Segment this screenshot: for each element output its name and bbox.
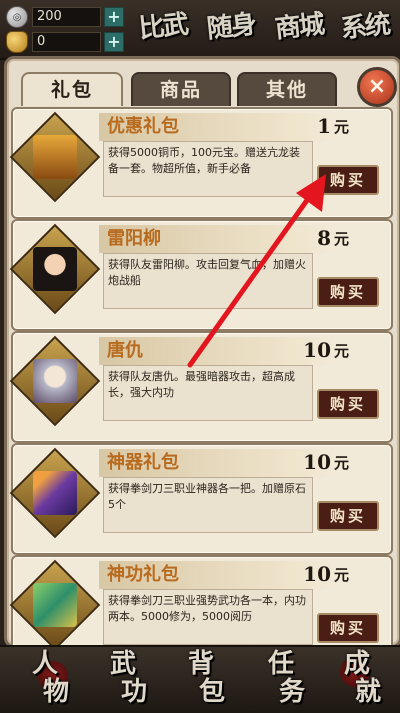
item-description: 获得拳剑刀三职业强势武功各一本，内功两本。5000修为，5000阅历 <box>103 589 313 645</box>
item-name: 雷阳柳 <box>107 228 161 249</box>
nav-achievement-button[interactable]: 成就 <box>322 649 392 711</box>
item-price: 10 <box>303 450 331 474</box>
nav-quest-button[interactable]: 任务 <box>246 649 316 711</box>
item-icon-frame <box>9 111 101 203</box>
shop-panel: 礼包 商品 其他 × 优惠礼包 1 元 获得5000铜币，100元宝。赠送亢龙装… <box>4 56 400 648</box>
nav-pvp-button[interactable]: 比武 <box>130 1 197 55</box>
nav-shop-button[interactable]: 商城 <box>266 1 333 55</box>
nav-bag-button[interactable]: 背包 <box>166 649 236 711</box>
item-price: 8 <box>317 226 331 250</box>
item-description: 获得5000铜币，100元宝。赠送亢龙装备一套。物超所值，新手必备 <box>103 141 313 197</box>
list-item: 神器礼包 10 元 获得拳剑刀三职业神器各一把。加赠原石5个 购买 <box>9 443 393 555</box>
nav-character-button[interactable]: 人物 <box>10 649 80 711</box>
silver-amount: 200 <box>32 7 101 27</box>
price-unit: 元 <box>333 342 349 360</box>
list-item: 唐仇 10 元 获得队友唐仇。最强暗器攻击，超高成长，强大内功 购买 <box>9 331 393 443</box>
buy-button[interactable]: 购买 <box>317 613 379 643</box>
close-button[interactable]: × <box>357 67 397 107</box>
nav-martial-arts-button[interactable]: 武功 <box>88 649 158 711</box>
item-description: 获得拳剑刀三职业神器各一把。加赠原石5个 <box>103 477 313 533</box>
item-price: 10 <box>303 562 331 586</box>
buy-button[interactable]: 购买 <box>317 389 379 419</box>
price-unit: 元 <box>333 454 349 472</box>
item-name: 唐仇 <box>107 340 143 361</box>
buy-button[interactable]: 购买 <box>317 165 379 195</box>
item-icon-frame <box>9 335 101 427</box>
gold-currency-row: 0 + <box>6 31 124 53</box>
price-unit: 元 <box>333 566 349 584</box>
gold-amount: 0 <box>32 32 101 52</box>
item-price: 1 <box>317 114 331 138</box>
item-name: 神功礼包 <box>107 564 179 585</box>
nav-system-button[interactable]: 系统 <box>332 1 399 55</box>
treasure-chest-icon <box>33 135 77 179</box>
item-name: 优惠礼包 <box>107 116 179 137</box>
item-icon-frame <box>9 447 101 539</box>
tab-other[interactable]: 其他 <box>237 72 337 106</box>
bottom-nav: 人物 武功 背包 任务 成就 <box>0 645 400 713</box>
gold-ingot-icon <box>6 31 28 53</box>
item-description: 获得队友雷阳柳。攻击回复气血，加赠火炮战船 <box>103 253 313 309</box>
tab-gift-packs[interactable]: 礼包 <box>21 72 123 106</box>
list-item: 神功礼包 10 元 获得拳剑刀三职业强势武功各一本，内功两本。5000修为，50… <box>9 555 393 645</box>
hero-portrait-icon <box>33 359 77 403</box>
tab-goods[interactable]: 商品 <box>131 72 231 106</box>
item-icon-frame <box>9 223 101 315</box>
hero-portrait-icon <box>33 247 77 291</box>
item-list[interactable]: 优惠礼包 1 元 获得5000铜币，100元宝。赠送亢龙装备一套。物超所值，新手… <box>7 105 399 645</box>
item-icon-frame <box>9 559 101 645</box>
list-item: 优惠礼包 1 元 获得5000铜币，100元宝。赠送亢龙装备一套。物超所值，新手… <box>9 107 393 219</box>
silver-currency-row: ◎ 200 + <box>6 6 124 28</box>
item-description: 获得队友唐仇。最强暗器攻击，超高成长，强大内功 <box>103 365 313 421</box>
silver-coin-icon: ◎ <box>6 6 28 28</box>
artifact-weapon-icon <box>33 471 77 515</box>
buy-button[interactable]: 购买 <box>317 501 379 531</box>
top-bar: ◎ 200 + 0 + 比武 随身 商城 系统 <box>0 0 400 60</box>
item-name: 神器礼包 <box>107 452 179 473</box>
list-item: 雷阳柳 8 元 获得队友雷阳柳。攻击回复气血，加赠火炮战船 购买 <box>9 219 393 331</box>
nav-inventory-button[interactable]: 随身 <box>198 1 265 55</box>
add-silver-button[interactable]: + <box>104 7 124 27</box>
price-unit: 元 <box>333 230 349 248</box>
buy-button[interactable]: 购买 <box>317 277 379 307</box>
price-unit: 元 <box>333 118 349 136</box>
item-price: 10 <box>303 338 331 362</box>
add-gold-button[interactable]: + <box>104 32 124 52</box>
scroll-book-icon <box>33 583 77 627</box>
